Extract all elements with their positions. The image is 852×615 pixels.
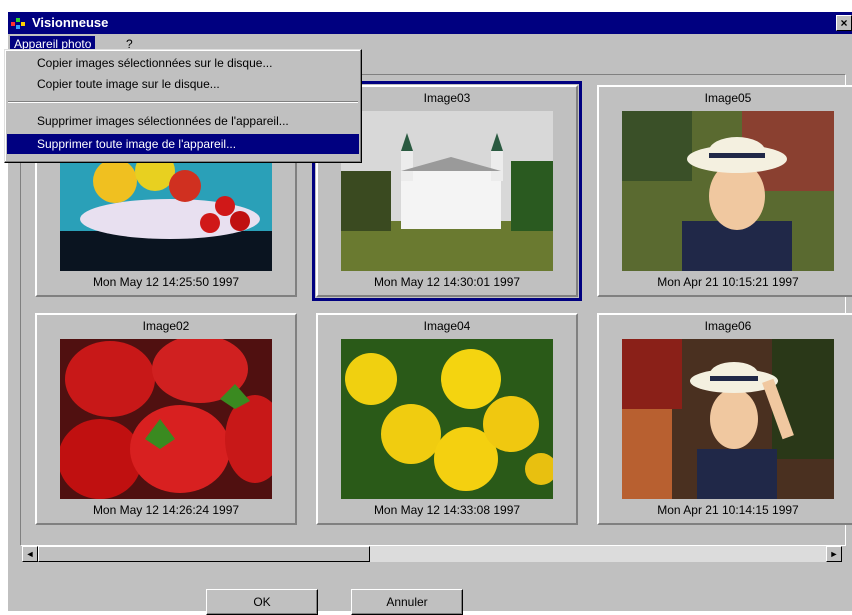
horizontal-scrollbar[interactable]: ◄ ► bbox=[22, 546, 842, 562]
menu-item-delete-all[interactable]: Supprimer toute image de l'appareil... bbox=[7, 134, 359, 154]
thumbnail-name: Image05 bbox=[704, 91, 752, 105]
menu-item-delete-selected[interactable]: Supprimer images sélectionnées de l'appa… bbox=[7, 111, 359, 131]
window-title: Visionneuse bbox=[32, 15, 109, 30]
thumbnail-image02[interactable]: Image02 Mon May 12 14:26:24 1997 bbox=[35, 313, 297, 525]
app-icon bbox=[11, 18, 25, 29]
thumbnail-name: Image06 bbox=[704, 319, 752, 333]
thumbnail-photo bbox=[341, 339, 553, 499]
ok-button[interactable]: OK bbox=[206, 589, 318, 615]
thumbnail-photo bbox=[622, 111, 834, 271]
scroll-left-button[interactable]: ◄ bbox=[22, 546, 38, 562]
thumbnail-date: Mon May 12 14:25:50 1997 bbox=[92, 275, 240, 289]
strawberries-photo bbox=[60, 339, 272, 499]
menu-item-copy-selected[interactable]: Copier images sélectionnées sur le disqu… bbox=[7, 53, 359, 73]
thumbnail-date: Mon May 12 14:33:08 1997 bbox=[373, 503, 521, 517]
thumbnail-photo bbox=[622, 339, 834, 499]
thumbnail-date: Mon May 12 14:30:01 1997 bbox=[373, 275, 521, 289]
cancel-button[interactable]: Annuler bbox=[351, 589, 463, 615]
thumbnail-photo bbox=[341, 111, 553, 271]
menu-item-copy-all[interactable]: Copier toute image sur le disque... bbox=[7, 74, 359, 94]
scroll-thumb[interactable] bbox=[38, 546, 370, 562]
scroll-right-button[interactable]: ► bbox=[826, 546, 842, 562]
title-bar[interactable]: Visionneuse × bbox=[8, 12, 852, 34]
thumbnail-date: Mon May 12 14:26:24 1997 bbox=[92, 503, 240, 517]
thumbnail-name: Image04 bbox=[423, 319, 471, 333]
thumbnail-date: Mon Apr 21 10:15:21 1997 bbox=[657, 275, 799, 289]
dandelions-photo bbox=[341, 339, 553, 499]
thumbnail-name: Image02 bbox=[142, 319, 190, 333]
thumbnail-image04[interactable]: Image04 Mon May 12 14:33:08 1997 bbox=[316, 313, 578, 525]
woman-hat-photo bbox=[622, 111, 834, 271]
thumbnail-image06[interactable]: Image06 Mon Apr 21 10:14:15 1997 bbox=[597, 313, 852, 525]
close-button[interactable]: × bbox=[836, 15, 852, 31]
thumbnail-image05[interactable]: Image05 Mon Apr 21 10:15:21 1997 bbox=[597, 85, 852, 297]
menu-separator bbox=[8, 101, 358, 103]
woman-hat-2-photo bbox=[622, 339, 834, 499]
thumbnail-photo bbox=[60, 339, 272, 499]
thumbnail-date: Mon Apr 21 10:14:15 1997 bbox=[657, 503, 799, 517]
appareil-photo-menu: Copier images sélectionnées sur le disqu… bbox=[4, 49, 362, 163]
castle-photo bbox=[341, 111, 553, 271]
